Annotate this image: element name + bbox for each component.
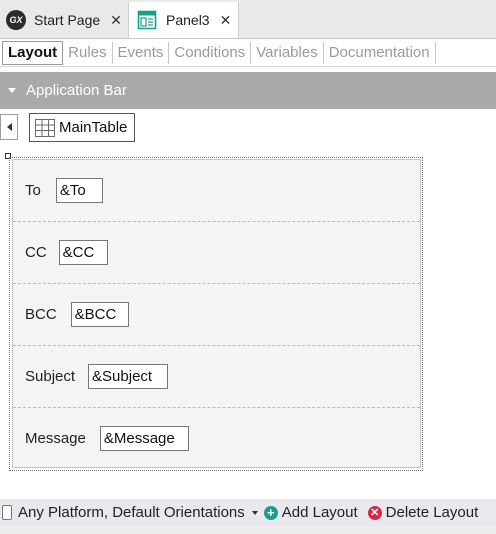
- form-row-message: Message &Message: [12, 407, 421, 469]
- message-variable[interactable]: &Message: [99, 425, 189, 451]
- platform-selector[interactable]: Any Platform, Default Orientations: [18, 504, 245, 521]
- bcc-variable[interactable]: &BCC: [70, 301, 129, 327]
- main-table-label: MainTable: [59, 119, 128, 136]
- device-icon: [2, 505, 12, 520]
- tab-start-page[interactable]: GX Start Page ✕: [0, 2, 127, 38]
- dropdown-caret-icon[interactable]: [251, 510, 258, 515]
- to-variable[interactable]: &To: [55, 177, 103, 203]
- tab-layout[interactable]: Layout: [2, 40, 64, 65]
- document-tab-strip: GX Start Page ✕ Panel3 ✕: [0, 0, 496, 39]
- panel-icon: [137, 10, 157, 30]
- form-row-cc: CC &CC: [12, 221, 421, 283]
- expand-caret-icon[interactable]: [8, 88, 16, 93]
- to-label: To: [25, 181, 41, 199]
- subject-variable[interactable]: &Subject: [88, 363, 169, 389]
- cc-variable[interactable]: &CC: [58, 239, 108, 265]
- close-icon[interactable]: ✕: [220, 12, 232, 29]
- tab-documentation[interactable]: Documentation: [324, 41, 436, 64]
- genexus-logo-icon: GX: [6, 10, 26, 30]
- cc-label: CC: [25, 243, 47, 261]
- delete-icon[interactable]: ✕: [367, 505, 382, 520]
- tab-conditions[interactable]: Conditions: [169, 41, 252, 64]
- tab-start-page-label: Start Page: [34, 12, 101, 28]
- tab-panel3-label: Panel3: [166, 12, 210, 28]
- message-label: Message: [25, 429, 86, 447]
- form-row-subject: Subject &Subject: [12, 345, 421, 407]
- tab-variables[interactable]: Variables: [251, 41, 324, 64]
- layout-bottom-bar: Any Platform, Default Orientations + Add…: [0, 499, 496, 526]
- bottom-strip: [0, 526, 496, 534]
- collapse-button[interactable]: [0, 114, 18, 140]
- bcc-label: BCC: [25, 305, 57, 323]
- tab-events[interactable]: Events: [113, 41, 170, 64]
- form-row-bcc: BCC &BCC: [12, 283, 421, 345]
- tab-rules[interactable]: Rules: [63, 41, 113, 64]
- main-table-selector[interactable]: MainTable: [29, 113, 135, 142]
- add-layout-button[interactable]: Add Layout: [282, 504, 358, 521]
- application-bar[interactable]: Application Bar: [0, 72, 496, 109]
- table-grid-icon: [35, 118, 55, 137]
- subject-label: Subject: [25, 367, 76, 385]
- delete-layout-button[interactable]: Delete Layout: [386, 504, 479, 521]
- editor-section-tabs: Layout Rules Events Conditions Variables…: [0, 39, 496, 67]
- close-icon[interactable]: ✕: [110, 12, 122, 29]
- caret-left-icon: [6, 123, 12, 131]
- tab-panel3[interactable]: Panel3 ✕: [128, 2, 239, 38]
- form-row-to: To &To: [12, 159, 421, 221]
- application-bar-label: Application Bar: [26, 82, 127, 99]
- add-icon[interactable]: +: [263, 505, 278, 520]
